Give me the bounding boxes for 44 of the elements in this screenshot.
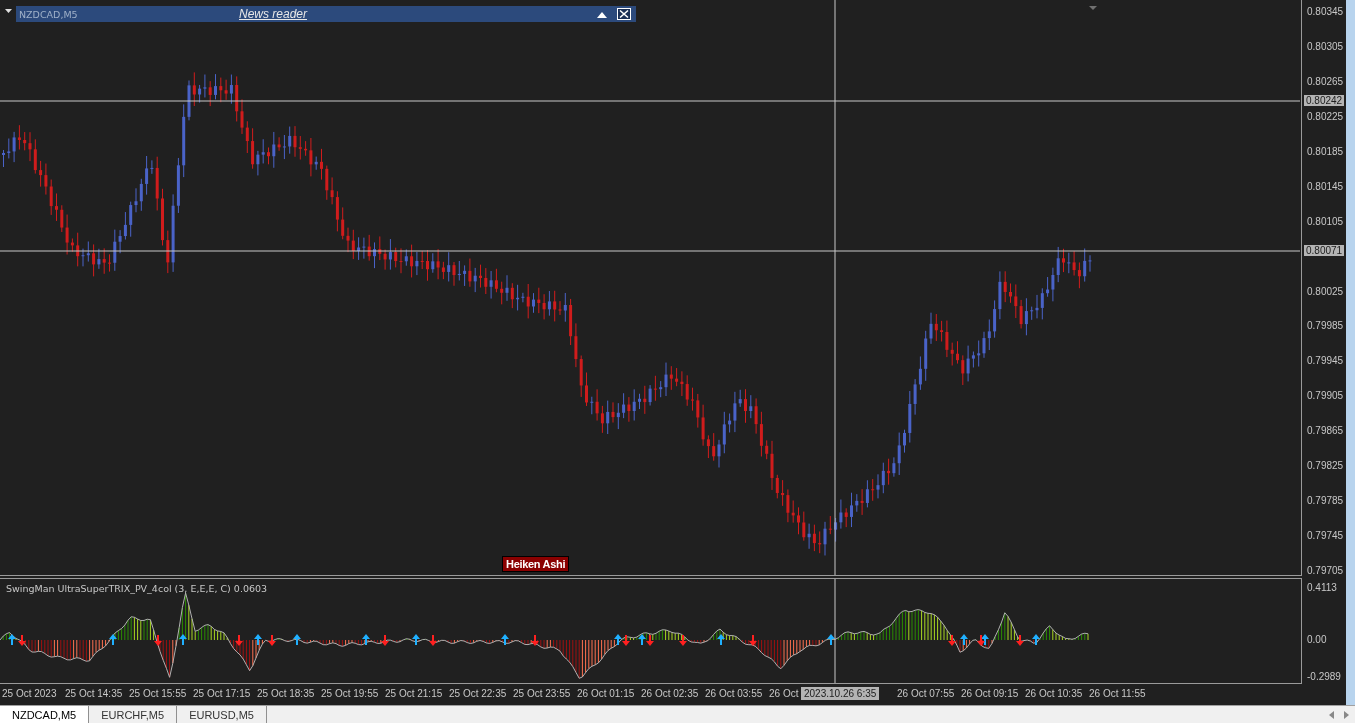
price-label: 0.79785 — [1307, 495, 1344, 506]
price-label: 0.80145 — [1307, 181, 1344, 192]
price-label: 0.80265 — [1307, 76, 1344, 87]
time-label: 25 Oct 22:35 — [449, 688, 507, 699]
time-label: 26 Oct 11:55 — [1089, 688, 1146, 699]
price-label: 0.80305 — [1307, 41, 1344, 52]
price-label: 0.79865 — [1307, 425, 1344, 436]
time-label: 25 Oct 23:55 — [513, 688, 571, 699]
price-label: 0.80185 — [1307, 146, 1344, 157]
indicator-title: SwingMan UltraSuperTRIX_PV_4col (3, E,E,E, C) 0.0603 — [6, 583, 268, 594]
time-label: 25 Oct 17:15 — [193, 688, 251, 699]
indicator-value-label: 0.00 — [1307, 634, 1327, 645]
time-label: 26 Oct 01:15 — [577, 688, 635, 699]
price-marker: 0.80242 — [1304, 95, 1345, 106]
indicator-value-label: 0.4113 — [1307, 582, 1337, 593]
time-label: 25 Oct 21:15 — [385, 688, 443, 699]
time-label: 25 Oct 19:55 — [321, 688, 379, 699]
price-label: 0.79945 — [1307, 355, 1344, 366]
time-label: 25 Oct 15:55 — [129, 688, 187, 699]
price-label: 0.79985 — [1307, 320, 1344, 331]
price-marker: 0.80071 — [1304, 245, 1345, 256]
time-label: 26 Oct 07:55 — [897, 688, 955, 699]
chart-label: Heiken Ashi — [502, 556, 570, 572]
price-label: 0.79745 — [1307, 530, 1344, 541]
price-label: 0.79905 — [1307, 390, 1344, 401]
price-label: 0.79705 — [1307, 565, 1344, 576]
price-label: 0.80025 — [1307, 286, 1344, 297]
price-label: 0.79825 — [1307, 460, 1344, 471]
time-label: 25 Oct 14:35 — [65, 688, 123, 699]
price-label: 0.80225 — [1307, 111, 1344, 122]
time-label: 26 Oct 03:55 — [705, 688, 763, 699]
indicator-value-label: -0.2989 — [1307, 671, 1341, 682]
time-label: 26 Oct 10:35 — [1025, 688, 1083, 699]
time-label: 25 Oct 18:35 — [257, 688, 315, 699]
symbol-label: NZDCAD,M5 — [18, 8, 79, 20]
price-label: 0.80345 — [1307, 6, 1344, 17]
time-label: 26 Oct — [769, 688, 799, 699]
time-label: 25 Oct 2023 — [2, 688, 57, 699]
time-label: 26 Oct 02:35 — [641, 688, 699, 699]
cursor-time-label: 2023.10.26 6:35 — [801, 687, 880, 700]
price-label: 0.80105 — [1307, 216, 1344, 227]
time-label: 26 Oct 09:15 — [961, 688, 1019, 699]
news-reader-link[interactable]: News reader — [239, 7, 597, 21]
chart-tab[interactable]: NZDCAD,M5 — [0, 706, 90, 723]
